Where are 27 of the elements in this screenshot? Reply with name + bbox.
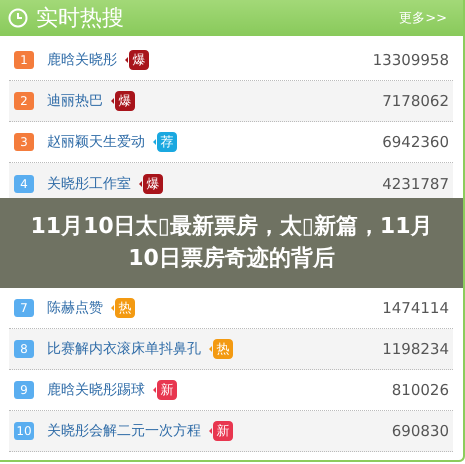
search-count: 1474114	[382, 299, 449, 317]
rank-badge: 10	[14, 422, 34, 440]
topic-link[interactable]: 比赛解内衣滚床单抖鼻孔	[47, 340, 201, 358]
topic-link[interactable]: 迪丽热巴	[47, 92, 103, 110]
topic-link[interactable]: 关晓彤会解二元一次方程	[47, 422, 201, 440]
search-count: 690830	[392, 422, 449, 440]
article-title: 11月10日太▯最新票房，太▯新篇，11月10日票房奇迹的背后	[29, 212, 434, 273]
panel-title: 实时热搜	[36, 5, 125, 33]
rank-badge: 7	[14, 299, 34, 317]
rank-badge: 1	[14, 51, 34, 69]
topic-link[interactable]: 鹿晗关晓彤踢球	[47, 381, 145, 399]
topic-link[interactable]: 关晓彤工作室	[47, 174, 131, 192]
rank-badge: 9	[14, 381, 34, 399]
search-count: 4231787	[382, 174, 449, 192]
topic-link[interactable]: 赵丽颖天生爱动	[47, 133, 145, 151]
search-count: 810026	[392, 381, 449, 399]
rank-badge: 3	[14, 133, 34, 151]
clock-icon	[8, 8, 28, 28]
topic-link[interactable]: 陈赫点赞	[47, 299, 103, 317]
search-count: 13309958	[372, 51, 449, 69]
topic-link[interactable]: 鹿晗关晓彤	[47, 51, 117, 69]
rank-badge: 4	[14, 174, 34, 192]
search-count: 7178062	[382, 92, 449, 110]
search-count: 6942360	[382, 133, 449, 151]
search-count: 1198234	[382, 340, 449, 358]
rank-badge: 2	[14, 92, 34, 110]
rank-badge: 8	[14, 340, 34, 358]
